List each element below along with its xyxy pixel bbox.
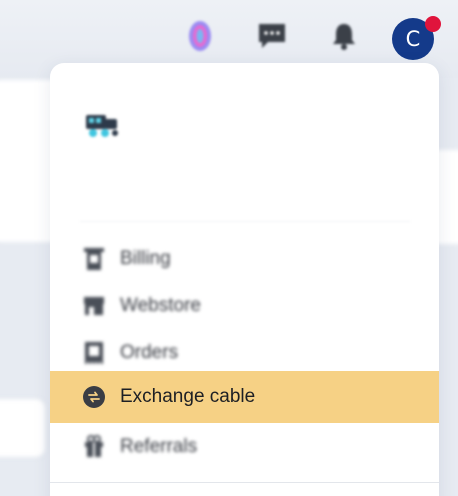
notification-dot bbox=[425, 16, 441, 32]
bell-icon[interactable] bbox=[324, 16, 364, 56]
menu-item-label: Referrals bbox=[120, 436, 198, 457]
menu-item-label: Orders bbox=[120, 342, 179, 363]
page: C Billing Webstore Orders Exchange cable… bbox=[0, 0, 458, 496]
store-icon bbox=[82, 294, 106, 318]
menu-divider bbox=[50, 482, 439, 483]
receipt-icon bbox=[82, 247, 106, 271]
menu-item-label: Webstore bbox=[120, 295, 201, 316]
exchange-icon bbox=[82, 385, 106, 409]
avatar-initial: C bbox=[405, 27, 421, 51]
account-dropdown-menu: Billing Webstore Orders Exchange cable R… bbox=[50, 63, 439, 496]
chat-icon[interactable] bbox=[252, 16, 292, 56]
menu-item-label: Billing bbox=[120, 248, 171, 269]
menu-item-label: Exchange cable bbox=[120, 386, 256, 407]
orders-icon bbox=[82, 341, 106, 365]
menu-item-exchange-cable[interactable]: Exchange cable bbox=[50, 371, 439, 423]
menu-item-billing[interactable]: Billing bbox=[50, 235, 439, 282]
menu-item-orders[interactable]: Orders bbox=[50, 329, 439, 376]
gift-icon bbox=[82, 435, 106, 459]
background-card bbox=[0, 398, 46, 458]
menu-divider bbox=[80, 221, 410, 222]
truck-icon bbox=[83, 109, 125, 141]
menu-item-webstore[interactable]: Webstore bbox=[50, 282, 439, 329]
menu-item-referrals[interactable]: Referrals bbox=[50, 423, 439, 470]
coin-icon[interactable] bbox=[180, 16, 220, 56]
